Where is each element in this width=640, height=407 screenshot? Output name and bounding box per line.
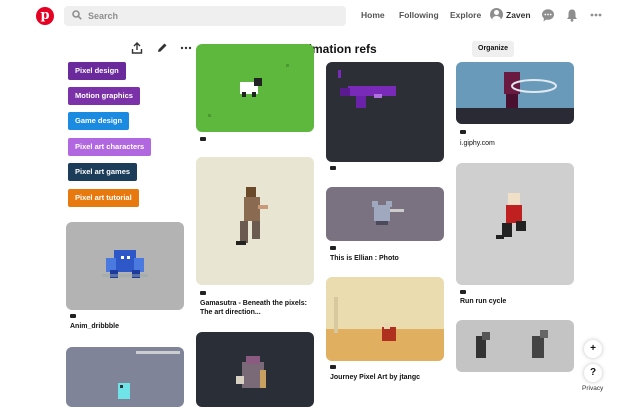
- knight-sprite: [236, 356, 266, 388]
- organize-button[interactable]: Organize: [472, 41, 514, 57]
- username: Zaven: [506, 10, 531, 20]
- top-bar: p Home Following Explore Zaven: [0, 0, 640, 32]
- pixel-character-sprite: [118, 351, 180, 399]
- board-more-icon[interactable]: [180, 42, 192, 54]
- edit-icon[interactable]: [156, 42, 168, 54]
- pin-image[interactable]: [66, 222, 184, 310]
- section-motion-graphics[interactable]: Motion graphics: [68, 87, 140, 105]
- pinterest-logo[interactable]: p: [36, 7, 54, 25]
- running-man-sprite: [236, 187, 268, 245]
- source-icon: [460, 130, 466, 134]
- pin-caption[interactable]: Run run cycle: [460, 297, 506, 306]
- help-button[interactable]: ?: [584, 364, 602, 382]
- pin-image[interactable]: [196, 44, 314, 132]
- pin-image[interactable]: [196, 332, 314, 407]
- journey-desert-scene: [326, 297, 444, 361]
- search-icon: [72, 10, 82, 20]
- pin-image[interactable]: [326, 277, 444, 361]
- pin-caption[interactable]: Journey Pixel Art by jtangc: [330, 373, 420, 382]
- source-icon: [200, 137, 206, 141]
- section-pixel-art-tutorial[interactable]: Pixel art tutorial: [68, 189, 139, 207]
- section-pixel-art-characters[interactable]: Pixel art characters: [68, 138, 152, 156]
- pin-image[interactable]: [196, 157, 314, 285]
- pin-image[interactable]: [326, 62, 444, 162]
- pin-image[interactable]: [456, 320, 574, 372]
- source-icon: [330, 365, 336, 369]
- run-cycle-sprite: [496, 193, 526, 239]
- pin-image[interactable]: [66, 347, 184, 407]
- bell-icon[interactable]: [565, 8, 579, 22]
- mouse-warrior-sprite: [372, 201, 404, 225]
- pin-image[interactable]: [456, 62, 574, 124]
- pin-caption[interactable]: i.giphy.com: [460, 139, 495, 148]
- section-pixel-design[interactable]: Pixel design: [68, 62, 126, 80]
- privacy-link[interactable]: Privacy: [582, 385, 603, 392]
- grass-animal-sprite: [208, 64, 289, 117]
- section-game-design[interactable]: Game design: [68, 112, 130, 130]
- search-bar[interactable]: [64, 6, 346, 26]
- pin-image[interactable]: [456, 163, 574, 285]
- add-button[interactable]: +: [584, 340, 602, 358]
- pin-caption[interactable]: Anim_dribbble: [70, 322, 119, 331]
- blue-monster-sprite: [102, 250, 148, 278]
- section-pixel-art-games[interactable]: Pixel art games: [68, 163, 138, 181]
- upload-icon[interactable]: [131, 42, 143, 54]
- pin-caption-line2[interactable]: The art direction...: [200, 308, 261, 317]
- source-icon: [330, 246, 336, 250]
- avatar: [490, 8, 503, 21]
- nav-explore[interactable]: Explore: [450, 10, 481, 20]
- space-character-sprite: [456, 72, 574, 124]
- source-icon: [330, 166, 336, 170]
- search-input[interactable]: [88, 6, 338, 26]
- more-icon[interactable]: [589, 8, 603, 22]
- pin-caption[interactable]: This is Ellian : Photo: [330, 254, 399, 263]
- source-icon: [460, 290, 466, 294]
- pin-caption-line1[interactable]: Gamasutra - Beneath the pixels:: [200, 299, 307, 308]
- raccoon-walk-sprite: [476, 330, 548, 358]
- pin-image[interactable]: [326, 187, 444, 241]
- source-icon: [200, 291, 206, 295]
- purple-gun-sprite: [338, 70, 396, 108]
- source-icon: [70, 314, 76, 318]
- nav-home[interactable]: Home: [361, 10, 385, 20]
- chat-icon[interactable]: [541, 8, 555, 22]
- nav-following[interactable]: Following: [399, 10, 439, 20]
